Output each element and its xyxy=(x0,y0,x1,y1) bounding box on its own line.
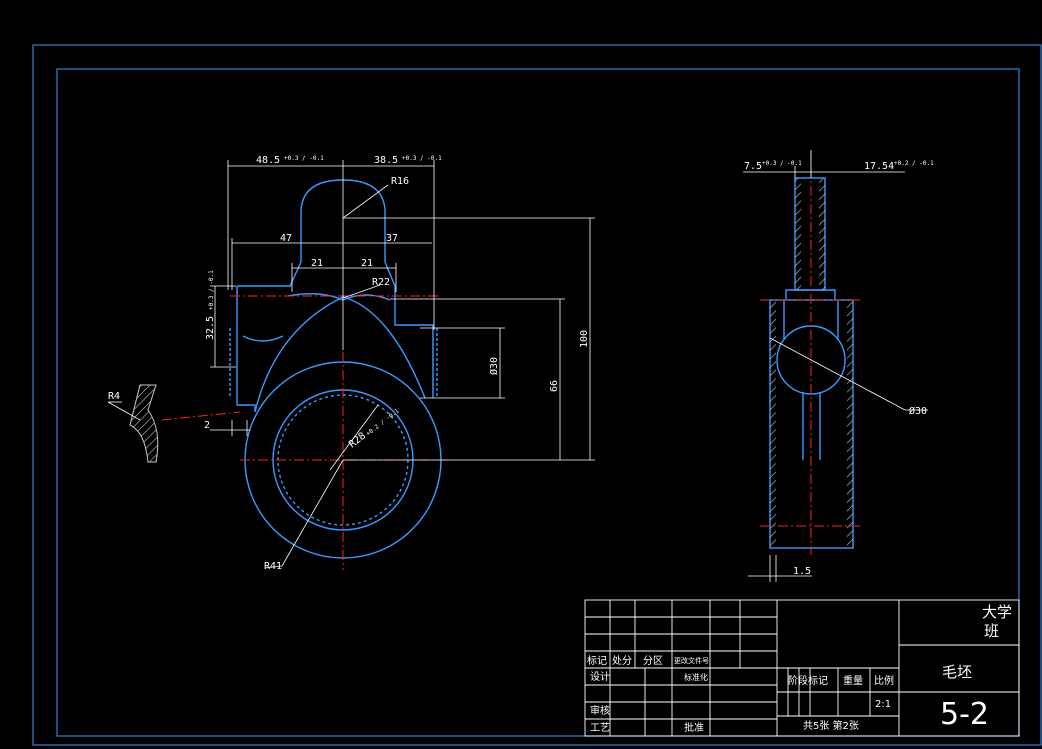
tb-count: 处分 xyxy=(612,655,632,667)
dim-radius-r4: R4 xyxy=(108,391,120,402)
dim-side-diameter: Ø30 xyxy=(909,405,927,417)
front-view: 48.5 +0.3 / -0.1 38.5 +0.3 / -0.1 R16 47… xyxy=(107,155,595,572)
title-block-text: 标记 处分 分区 更改文件号 设计 标准化 审核 工艺 批准 阶段标记 重量 比… xyxy=(587,603,1012,734)
dim-side-right-top-tol: +0.2 / -0.1 xyxy=(894,160,934,167)
tb-standard: 标准化 xyxy=(684,672,708,682)
outer-frame xyxy=(32,44,1042,746)
dim-top-left-tol: +0.3 / -0.1 xyxy=(284,155,324,162)
front-view-outline xyxy=(229,179,442,559)
tb-sheets: 共5张 第2张 xyxy=(803,719,859,732)
dim-side-left-top-tol: +0.3 / -0.1 xyxy=(762,160,802,167)
dim-height-100: 100 xyxy=(579,330,590,348)
dim-side-right-top: 17.54 xyxy=(864,161,894,172)
tb-design: 设计 xyxy=(590,670,610,683)
dim-inner-right: 21 xyxy=(361,258,373,269)
cad-drawing-canvas: 48.5 +0.3 / -0.1 38.5 +0.3 / -0.1 R16 47… xyxy=(32,44,1042,746)
tb-stage-mark: 阶段标记 xyxy=(788,674,828,687)
tb-process: 工艺 xyxy=(590,722,610,734)
tb-part-name: 毛坯 xyxy=(942,663,972,681)
dim-width-left: 47 xyxy=(280,233,292,244)
dim-radius-mid: R22 xyxy=(372,277,390,288)
tb-weight: 重量 xyxy=(843,674,863,687)
tb-scale-value: 2:1 xyxy=(875,699,891,710)
front-view-dimension-labels: 48.5 +0.3 / -0.1 38.5 +0.3 / -0.1 R16 47… xyxy=(108,155,590,572)
dim-top-left: 48.5 xyxy=(256,155,280,166)
dim-inner-left: 21 xyxy=(311,258,323,269)
dim-boss-height: 32.5 xyxy=(205,316,216,340)
tb-school-line1: 大学 xyxy=(982,603,1012,621)
dim-height-66: 66 xyxy=(549,380,560,392)
dim-side-left-top: 7.5 xyxy=(744,161,762,172)
tb-approve: 批准 xyxy=(684,721,704,734)
dim-width-right: 37 xyxy=(386,233,398,244)
dim-top-right: 38.5 xyxy=(374,155,398,166)
tb-mark: 标记 xyxy=(587,655,607,667)
dim-diameter-boss: Ø30 xyxy=(488,357,500,375)
tb-review: 审核 xyxy=(590,704,610,717)
dim-radius-top: R16 xyxy=(391,176,409,187)
tb-scale-label: 比例 xyxy=(874,674,894,687)
tb-drawing-no: 5-2 xyxy=(940,697,989,732)
tb-zone: 分区 xyxy=(643,655,663,667)
dim-side-bottom: 1.5 xyxy=(793,566,811,577)
dim-boss-height-tol: +0.3 / -0.1 xyxy=(208,270,215,310)
side-view: 7.5 +0.3 / -0.1 17.54 +0.2 / -0.1 Ø30 1.… xyxy=(743,150,934,582)
tb-school-line2: 班 xyxy=(984,622,999,640)
dim-thickness-2: 2 xyxy=(204,420,210,431)
r4-section-detail xyxy=(129,384,159,463)
tb-doc-no: 更改文件号 xyxy=(674,656,709,665)
front-view-dimension-lines xyxy=(210,160,595,569)
dim-top-right-tol: +0.3 / -0.1 xyxy=(402,155,442,162)
dim-radius-bottom: R41 xyxy=(264,561,282,572)
